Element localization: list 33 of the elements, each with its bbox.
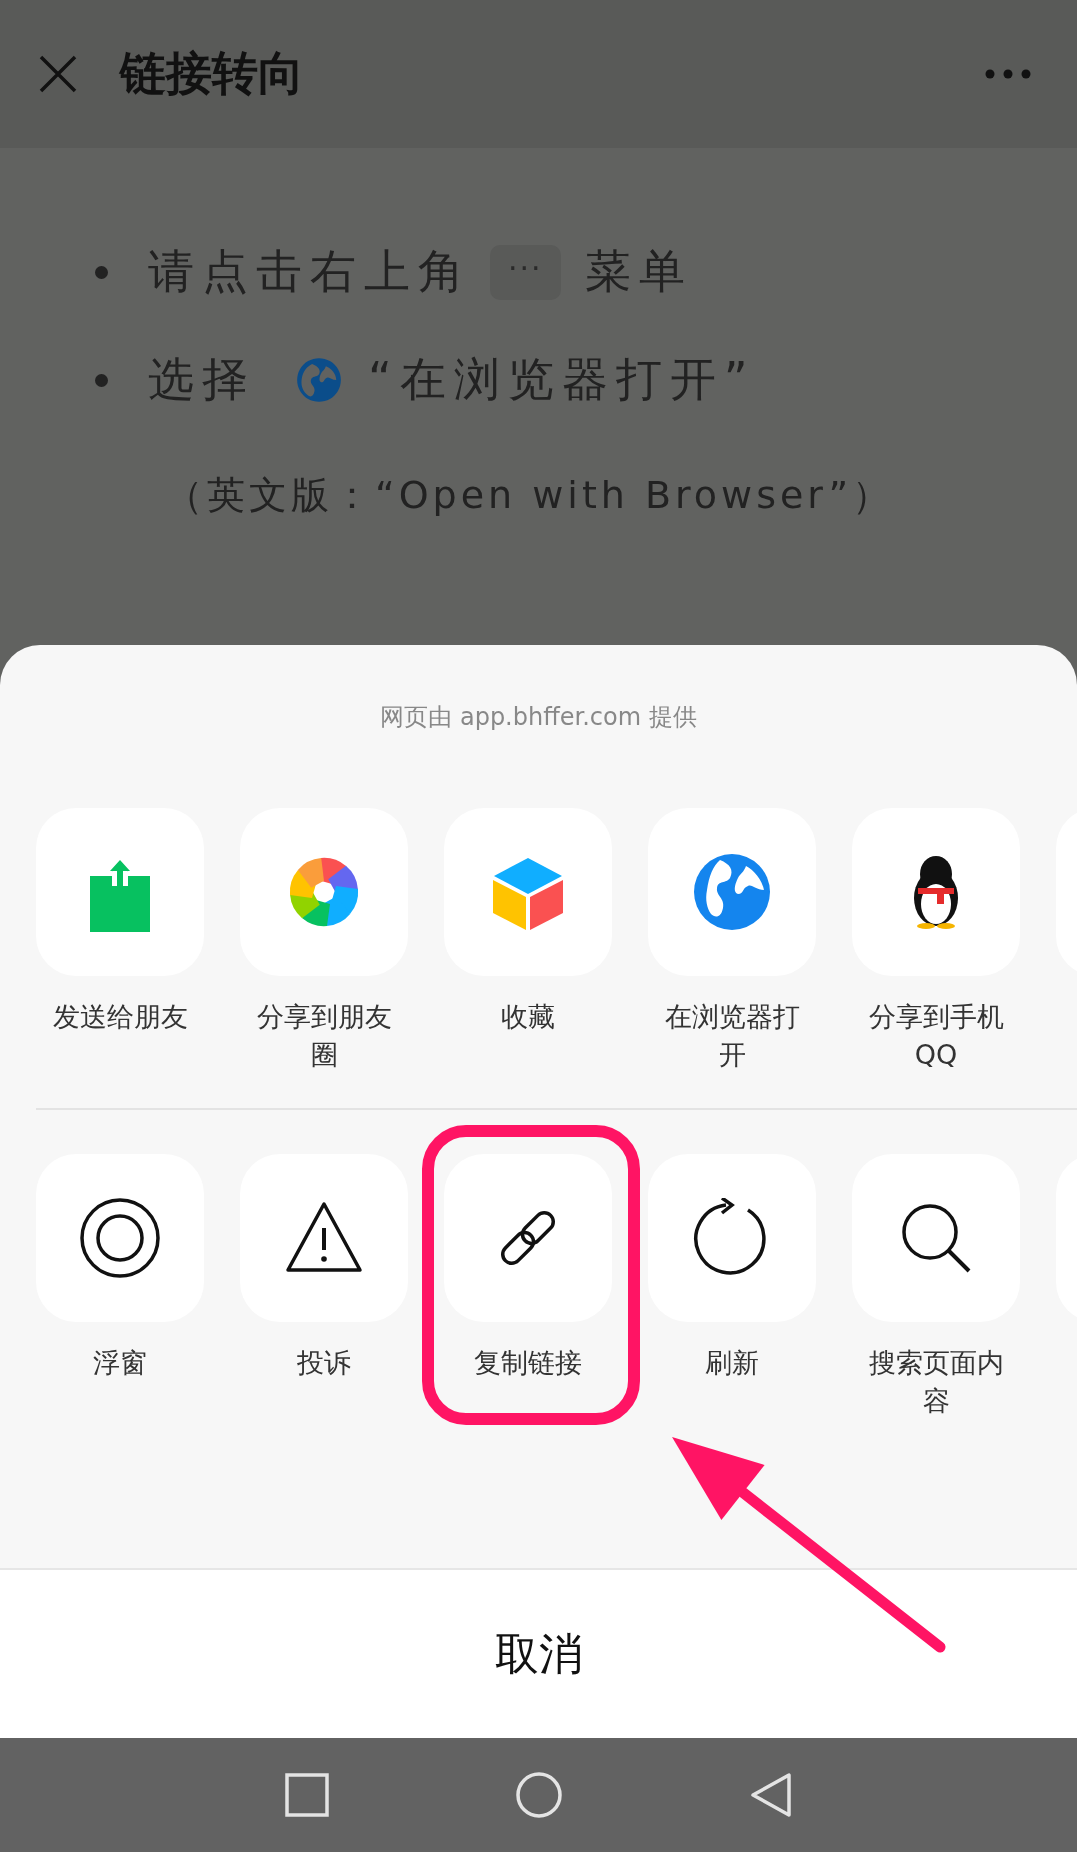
instruction-text: “在浏览器打开” xyxy=(368,351,756,408)
action-button[interactable] xyxy=(444,1154,612,1322)
circle-icon[interactable] xyxy=(515,1772,562,1818)
more-icon[interactable] xyxy=(985,69,1031,79)
globe-icon xyxy=(296,357,342,403)
menu-chip: ··· xyxy=(490,244,561,300)
note-text: （英文版：“Open with Browser”） xyxy=(165,472,896,519)
instruction-text: 请点击右上角 xyxy=(148,243,472,300)
action-label: 收藏 xyxy=(501,1000,555,1034)
square-icon[interactable] xyxy=(283,1772,330,1818)
source-caption: 网页由 app.bhffer.com 提供 xyxy=(379,702,698,731)
action-label: 分享到手机QQ xyxy=(867,1000,1005,1072)
close-icon[interactable] xyxy=(38,54,78,94)
action-button[interactable] xyxy=(852,808,1020,976)
bullet-icon xyxy=(95,265,108,279)
instruction-text: 菜单 xyxy=(584,243,693,300)
action-label: 浮窗 xyxy=(93,1346,147,1380)
page-title: 链接转向 xyxy=(120,45,305,102)
action-button[interactable] xyxy=(36,1154,204,1322)
action-button[interactable] xyxy=(852,1154,1020,1322)
action-label: 分享到朋友圈 xyxy=(255,1000,393,1072)
bullet-icon xyxy=(95,373,108,387)
action-label: 发送给朋友 xyxy=(52,1000,188,1034)
action-button[interactable] xyxy=(240,1154,408,1322)
action-label: 搜索页面内容 xyxy=(867,1346,1005,1418)
action-label: 在浏览器打开 xyxy=(663,1000,801,1072)
double-circle-icon xyxy=(80,1198,160,1278)
action-label: 复制链接 xyxy=(474,1346,582,1380)
action-button[interactable] xyxy=(648,1154,816,1322)
action-label: 投诉 xyxy=(297,1346,351,1380)
instruction-text: 选择 xyxy=(148,351,256,408)
globe-icon xyxy=(692,852,772,932)
action-label: 刷新 xyxy=(705,1346,759,1380)
